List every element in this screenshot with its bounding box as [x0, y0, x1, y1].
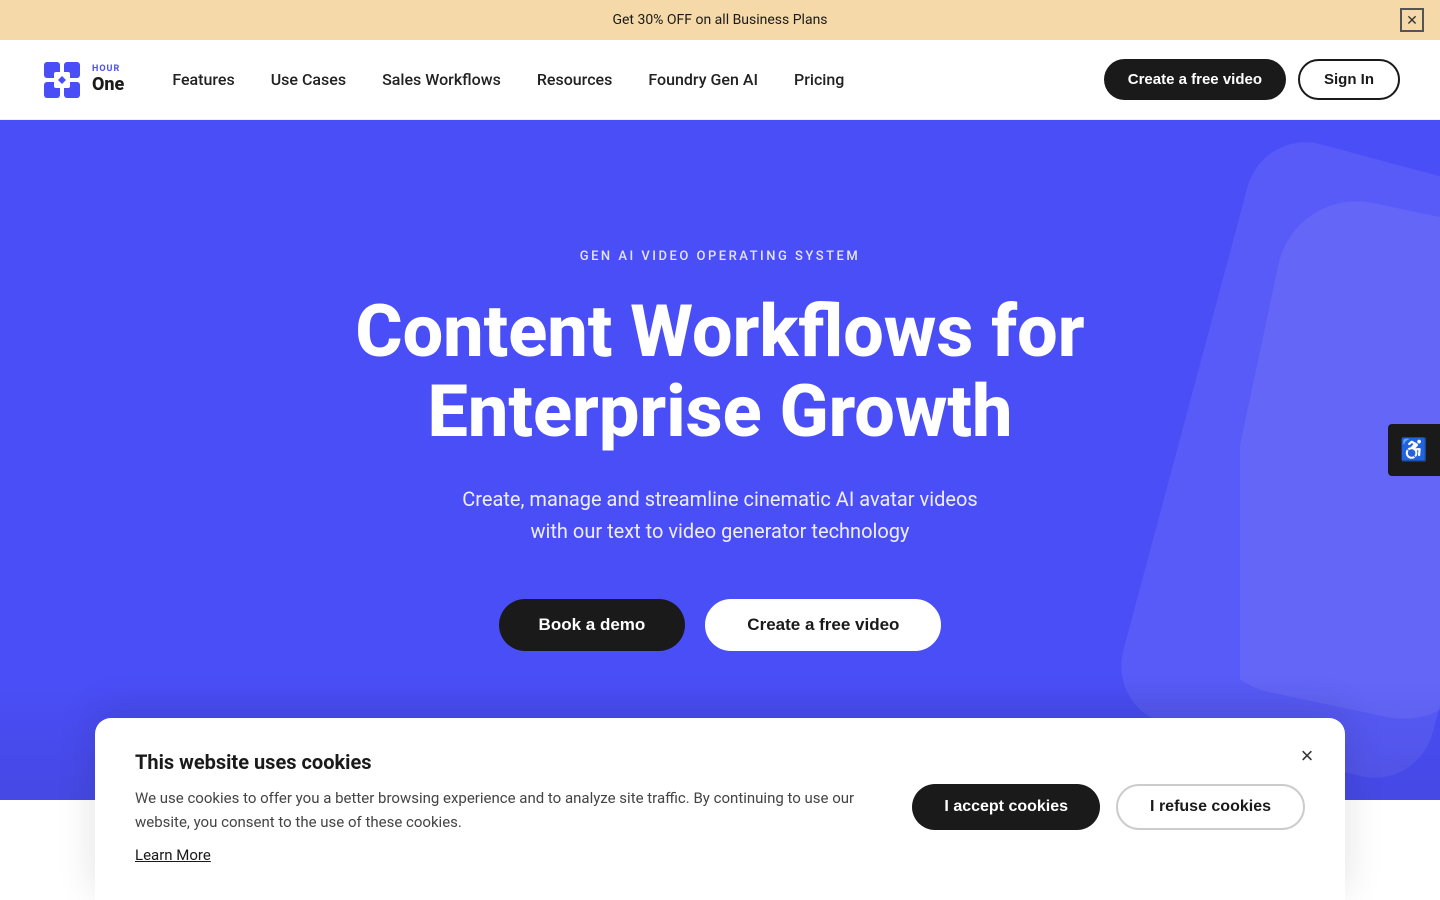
nav-sign-in-button[interactable]: Sign In: [1298, 59, 1400, 100]
create-free-video-button[interactable]: Create a free video: [705, 599, 941, 651]
hero-title-line2: Enterprise Growth: [427, 369, 1012, 454]
nav-actions: Create a free video Sign In: [1104, 59, 1400, 100]
refuse-cookies-button[interactable]: I refuse cookies: [1116, 784, 1305, 830]
nav-foundry-gen-ai[interactable]: Foundry Gen AI: [648, 70, 758, 89]
cookie-learn-more-link[interactable]: Learn More: [135, 846, 211, 864]
accessibility-button[interactable]: ♿: [1388, 424, 1440, 476]
nav-features[interactable]: Features: [172, 70, 234, 89]
hero-title: Content Workflows for Enterprise Growth: [355, 292, 1084, 450]
hero-subtitle: Create, manage and streamline cinematic …: [462, 483, 977, 547]
cookie-close-button[interactable]: ×: [1293, 742, 1321, 770]
hero-subtitle-line1: Create, manage and streamline cinematic …: [462, 487, 977, 511]
accept-cookies-button[interactable]: I accept cookies: [912, 784, 1100, 830]
book-demo-button[interactable]: Book a demo: [499, 599, 686, 651]
cookie-inner: This website uses cookies We use cookies…: [135, 750, 1305, 864]
cookie-buttons: I accept cookies I refuse cookies: [912, 784, 1305, 830]
nav-use-cases[interactable]: Use Cases: [271, 70, 346, 89]
nav-resources[interactable]: Resources: [537, 70, 613, 89]
nav-links: Features Use Cases Sales Workflows Resou…: [172, 70, 1103, 89]
nav-sales-workflows[interactable]: Sales Workflows: [382, 70, 501, 89]
announcement-text: Get 30% OFF on all Business Plans: [612, 12, 827, 28]
cookie-text: We use cookies to offer you a better bro…: [135, 786, 872, 834]
accessibility-icon: ♿: [1400, 438, 1427, 463]
hero-eyebrow: GEN AI VIDEO OPERATING SYSTEM: [580, 249, 861, 264]
cookie-content: This website uses cookies We use cookies…: [135, 750, 872, 864]
hero-buttons: Book a demo Create a free video: [499, 599, 942, 651]
hero-section: GEN AI VIDEO OPERATING SYSTEM Content Wo…: [0, 120, 1440, 800]
announcement-bar: Get 30% OFF on all Business Plans ✕: [0, 0, 1440, 40]
hero-title-line1: Content Workflows for: [355, 289, 1084, 374]
hero-subtitle-line2: with our text to video generator technol…: [531, 519, 910, 543]
announcement-close-button[interactable]: ✕: [1400, 8, 1424, 32]
navigation: HOUR One Features Use Cases Sales Workfl…: [0, 40, 1440, 120]
logo-icon: [40, 58, 84, 102]
nav-create-free-button[interactable]: Create a free video: [1104, 59, 1286, 100]
logo-title: One: [92, 75, 124, 95]
nav-pricing[interactable]: Pricing: [794, 70, 844, 89]
cookie-title: This website uses cookies: [135, 750, 872, 774]
cookie-banner: × This website uses cookies We use cooki…: [95, 718, 1345, 900]
logo-link[interactable]: HOUR One: [40, 58, 124, 102]
